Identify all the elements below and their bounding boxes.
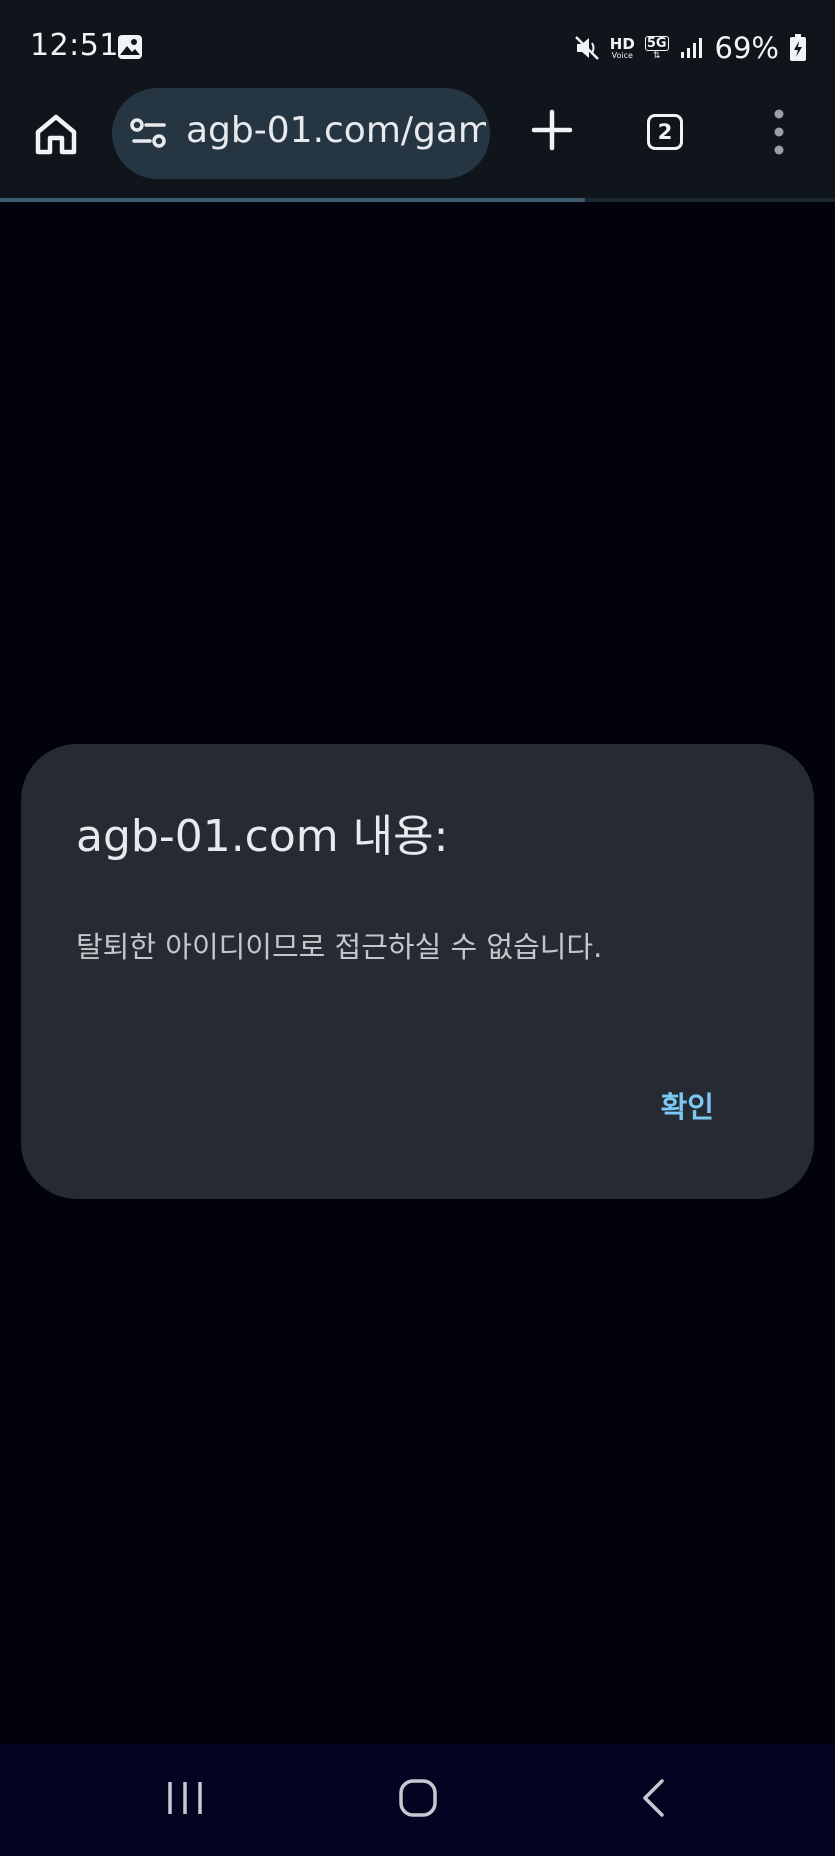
url-text[interactable]: agb-01.com/game (186, 110, 486, 151)
status-time: 12:51 (30, 28, 119, 63)
data-arrows-icon: ⇅ (652, 50, 661, 61)
status-icons: HD Voice 5G ⇅ 69% (574, 28, 807, 68)
home-icon[interactable] (30, 108, 82, 160)
5g-icon: 5G ⇅ (644, 35, 669, 61)
navigation-bar (0, 1744, 835, 1856)
tabs-icon[interactable]: 2 (647, 114, 683, 150)
battery-icon (790, 34, 806, 61)
hd-voice-icon: HD Voice (609, 34, 635, 60)
voice-label: Voice (611, 50, 633, 60)
plus-icon[interactable] (530, 108, 574, 152)
recents-icon[interactable] (165, 1780, 205, 1816)
gallery-icon (118, 35, 142, 59)
site-settings-icon[interactable] (130, 116, 168, 150)
battery-percent: 69% (714, 31, 779, 65)
home-circle-icon[interactable] (398, 1778, 438, 1818)
ok-button[interactable]: 확인 (661, 1084, 714, 1126)
signal-icon (680, 38, 702, 58)
dialog-title: agb-01.com 내용: (76, 811, 449, 862)
alert-dialog: agb-01.com 내용: 탈퇴한 아이디이므로 접근하실 수 없습니다. 확… (21, 744, 814, 1199)
browser-screen: 12:51 HD Voice 5G ⇅ 69% agb-01.com/game … (0, 0, 835, 1856)
progress-fill (0, 198, 585, 202)
dialog-message: 탈퇴한 아이디이므로 접근하실 수 없습니다. (76, 930, 603, 964)
address-bar[interactable]: agb-01.com/game (112, 88, 490, 179)
browser-toolbar: agb-01.com/game 2 (0, 88, 835, 202)
page-load-progress (0, 198, 835, 202)
status-bar: 12:51 HD Voice 5G ⇅ 69% (0, 0, 835, 88)
tab-count: 2 (657, 120, 673, 144)
back-icon[interactable] (640, 1778, 666, 1818)
network-label: 5G (644, 35, 669, 51)
mute-icon (574, 36, 599, 60)
hd-label: HD (609, 34, 635, 53)
more-vert-icon[interactable] (770, 108, 788, 156)
